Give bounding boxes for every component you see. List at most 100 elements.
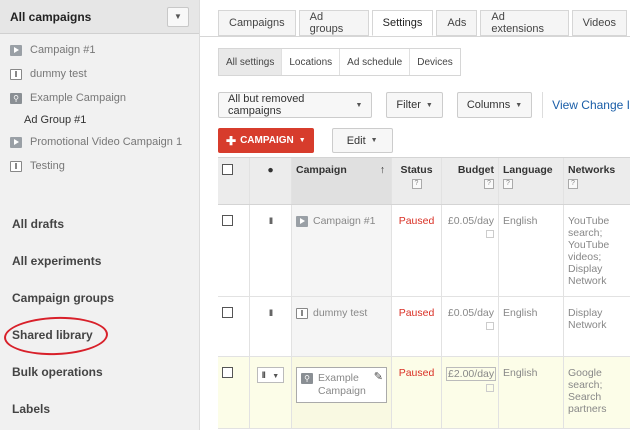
add-campaign-button[interactable]: ✚ CAMPAIGN ▼ bbox=[218, 128, 314, 153]
sidebar-item-label: Campaign #1 bbox=[30, 44, 96, 56]
col-header-language[interactable]: Language ? bbox=[499, 158, 564, 204]
row-select-cell bbox=[218, 205, 250, 296]
sidebar-all-experiments[interactable]: All experiments bbox=[0, 242, 200, 279]
sidebar-all-drafts[interactable]: All drafts bbox=[0, 205, 200, 242]
networks-cell: Google search; Search partners bbox=[564, 357, 630, 428]
filter-label: Filter bbox=[396, 99, 421, 111]
columns-label: Columns bbox=[466, 99, 511, 111]
budget-value[interactable]: £2.00/day bbox=[446, 367, 497, 381]
chevron-down-icon: ▼ bbox=[515, 101, 523, 109]
help-icon[interactable]: ? bbox=[484, 179, 494, 189]
sidebar-item-promotional-video[interactable]: Promotional Video Campaign 1 bbox=[0, 130, 199, 154]
sidebar-item-ad-group-1[interactable]: Ad Group #1 bbox=[0, 110, 199, 130]
col-header-networks[interactable]: Networks ? bbox=[564, 158, 630, 204]
row-select-cell bbox=[218, 297, 250, 356]
budget-value[interactable]: £0.05/day bbox=[448, 307, 494, 319]
sidebar-bulk-operations[interactable]: Bulk operations bbox=[0, 353, 200, 390]
campaign-scope-title: All campaigns bbox=[10, 9, 92, 24]
sidebar-item-testing[interactable]: Testing bbox=[0, 154, 199, 178]
pause-icon: II bbox=[261, 370, 266, 380]
search-icon: ⚲ bbox=[301, 373, 313, 384]
subtab-ad-schedule[interactable]: Ad schedule bbox=[340, 49, 411, 75]
row-checkbox[interactable] bbox=[222, 215, 233, 226]
subtab-all-settings[interactable]: All settings bbox=[219, 49, 283, 75]
col-header-budget[interactable]: Budget ? bbox=[442, 158, 499, 204]
help-icon[interactable]: ? bbox=[568, 179, 578, 189]
chevron-down-icon: ▼ bbox=[355, 101, 363, 109]
edit-label: Edit bbox=[346, 134, 366, 147]
table-row: II dummy test Paused £0.05/day English D… bbox=[218, 297, 630, 357]
budget-report-icon[interactable] bbox=[486, 322, 494, 330]
status-value: Paused bbox=[392, 297, 442, 356]
select-all-checkbox[interactable] bbox=[222, 164, 233, 175]
search-icon: ⚲ bbox=[10, 92, 22, 104]
sidebar-item-campaign-1[interactable]: Campaign #1 bbox=[0, 38, 199, 62]
tab-bar: Campaigns Ad groups Settings Ads Ad exte… bbox=[218, 10, 630, 36]
row-checkbox[interactable] bbox=[222, 367, 233, 378]
help-icon[interactable]: ? bbox=[503, 179, 513, 189]
tab-campaigns[interactable]: Campaigns bbox=[218, 10, 296, 36]
network-line: search; bbox=[568, 227, 603, 239]
campaign-name-link[interactable]: Campaign #1 bbox=[313, 215, 375, 228]
chevron-down-icon[interactable]: ▼ bbox=[167, 7, 189, 27]
chevron-down-icon: ▼ bbox=[272, 373, 280, 380]
view-change-history-link[interactable]: View Change I bbox=[542, 92, 630, 118]
sidebar: All campaigns ▼ Campaign #1 dummy test ⚲… bbox=[0, 0, 200, 430]
row-checkbox[interactable] bbox=[222, 307, 233, 318]
networks-cell: Display Network bbox=[564, 297, 630, 356]
tab-ad-extensions[interactable]: Ad extensions bbox=[480, 10, 569, 36]
networks-cell: YouTube search; YouTube videos; Display … bbox=[564, 205, 630, 296]
language-value: English bbox=[499, 357, 564, 428]
chevron-down-icon: ▼ bbox=[298, 137, 306, 144]
tab-ads[interactable]: Ads bbox=[436, 10, 478, 36]
tab-divider bbox=[200, 36, 630, 37]
budget-value[interactable]: £0.05/day bbox=[448, 215, 494, 227]
subtab-locations[interactable]: Locations bbox=[282, 49, 341, 75]
network-line: Display bbox=[568, 263, 603, 275]
campaign-name-link[interactable]: dummy test bbox=[313, 307, 367, 320]
status-dropdown[interactable]: II ▼ bbox=[256, 367, 285, 383]
budget-cell: £0.05/day bbox=[442, 297, 499, 356]
row-select-cell bbox=[218, 357, 250, 428]
campaign-name-link[interactable]: Example Campaign bbox=[318, 372, 382, 398]
edit-button[interactable]: Edit ▼ bbox=[331, 128, 393, 153]
col-header-status[interactable]: Status ? bbox=[392, 158, 442, 204]
tab-ad-groups[interactable]: Ad groups bbox=[298, 10, 369, 36]
campaign-name-edit-box[interactable]: ⚲ Example Campaign ✎ bbox=[296, 367, 387, 403]
help-icon[interactable]: ? bbox=[411, 179, 422, 189]
pause-icon[interactable]: II bbox=[269, 308, 273, 318]
network-line: search; bbox=[568, 379, 603, 391]
budget-cell: £0.05/day bbox=[442, 205, 499, 296]
sidebar-campaign-groups[interactable]: Campaign groups bbox=[0, 279, 200, 316]
toolbar: All but removed campaigns ▼ Filter ▼ Col… bbox=[218, 92, 630, 118]
dot-icon: ● bbox=[267, 164, 274, 176]
pencil-icon[interactable]: ✎ bbox=[374, 370, 383, 383]
col-header-label: Budget bbox=[457, 164, 494, 176]
table-row: II ▼ ⚲ Example Campaign ✎ Paused £2.00/d… bbox=[218, 357, 630, 429]
sidebar-item-dummy-test[interactable]: dummy test bbox=[0, 62, 199, 86]
chevron-down-icon: ▼ bbox=[370, 137, 378, 144]
col-header-campaign[interactable]: Campaign ↑ bbox=[292, 158, 392, 204]
sidebar-item-example-campaign[interactable]: ⚲ Example Campaign bbox=[0, 86, 199, 110]
sidebar-labels[interactable]: Labels bbox=[0, 390, 200, 427]
tab-settings[interactable]: Settings bbox=[371, 10, 434, 36]
campaign-scope-header[interactable]: All campaigns ▼ bbox=[0, 0, 199, 34]
row-status-cell: II ▼ bbox=[250, 357, 292, 428]
campaign-cell: dummy test bbox=[292, 297, 392, 356]
network-line: partners bbox=[568, 403, 607, 415]
network-line: Network bbox=[568, 275, 607, 287]
pause-icon[interactable]: II bbox=[269, 216, 273, 226]
sidebar-item-label: Example Campaign bbox=[30, 92, 126, 104]
budget-report-icon[interactable] bbox=[486, 384, 494, 392]
scope-filter-dropdown[interactable]: All but removed campaigns ▼ bbox=[218, 92, 373, 118]
filter-button[interactable]: Filter ▼ bbox=[386, 92, 443, 118]
budget-report-icon[interactable] bbox=[486, 230, 494, 238]
subtab-devices[interactable]: Devices bbox=[410, 49, 460, 75]
budget-cell: £2.00/day bbox=[442, 357, 499, 428]
sidebar-item-label: Testing bbox=[30, 160, 65, 172]
status-dot-header: ● bbox=[250, 158, 292, 204]
table-header-row: ● Campaign ↑ Status ? Budget ? Language … bbox=[218, 157, 630, 205]
video-icon bbox=[296, 216, 308, 227]
columns-button[interactable]: Columns ▼ bbox=[456, 92, 533, 118]
tab-videos[interactable]: Videos bbox=[571, 10, 627, 36]
